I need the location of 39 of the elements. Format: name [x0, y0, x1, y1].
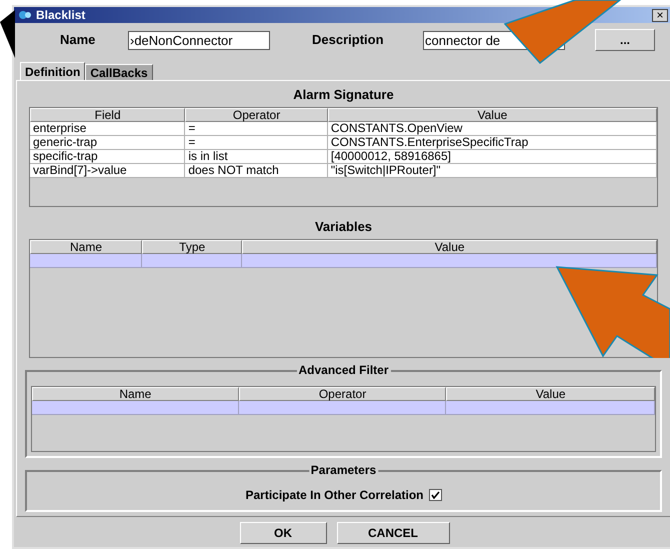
more-button[interactable]: ...	[595, 29, 655, 51]
field-label: Description	[312, 31, 385, 50]
close-button[interactable]: ×	[652, 8, 668, 22]
table-cell: =	[185, 122, 328, 136]
table-cell: enterprise	[30, 122, 186, 136]
tab[interactable]: Definition	[20, 62, 86, 80]
checkbox[interactable]	[428, 489, 442, 501]
table-cell: generic-trap	[30, 136, 186, 150]
table-cell: "is[Switch|IPRouter]"	[328, 164, 658, 178]
column-header[interactable]: Name	[30, 240, 142, 254]
column-header[interactable]: Value	[242, 240, 657, 254]
column-header[interactable]: Type	[142, 240, 242, 254]
column-header[interactable]: Name	[32, 387, 239, 401]
section-title: Variables	[314, 219, 374, 234]
table-cell: CONSTANTS.OpenView	[328, 122, 658, 136]
table-cell: CONSTANTS.EnterpriseSpecificTrap	[328, 136, 658, 150]
table-cell: [40000012, 58916865]	[328, 150, 658, 164]
section-title: Alarm Signature	[292, 87, 395, 102]
annotation-arrow	[0, 10, 15, 58]
option-label: Participate In Other Correlation	[245, 487, 424, 504]
table-cell: =	[185, 136, 328, 150]
tab[interactable]: CallBacks	[85, 64, 153, 80]
group-title: Parameters	[308, 463, 378, 477]
group-title: Advanced Filter	[296, 363, 391, 377]
dialog-button[interactable]: CANCEL	[336, 522, 450, 544]
name-field[interactable]: ›deNonConnector	[128, 30, 270, 50]
column-header[interactable]: Operator	[185, 108, 328, 122]
field-label: Name	[60, 31, 96, 50]
table-cell: does NOT match	[185, 164, 328, 178]
table-cell: specific-trap	[30, 150, 186, 164]
column-header[interactable]: Field	[30, 108, 186, 122]
column-header[interactable]: Operator	[238, 387, 446, 401]
dialog-button[interactable]: OK	[240, 522, 326, 544]
column-header[interactable]: Value	[446, 387, 655, 401]
window-title: Blacklist	[36, 8, 86, 22]
table-cell: varBind[7]->value	[30, 164, 186, 178]
app-icon	[18, 9, 32, 21]
table-cell: is in list	[185, 150, 328, 164]
column-header[interactable]: Value	[328, 108, 657, 122]
